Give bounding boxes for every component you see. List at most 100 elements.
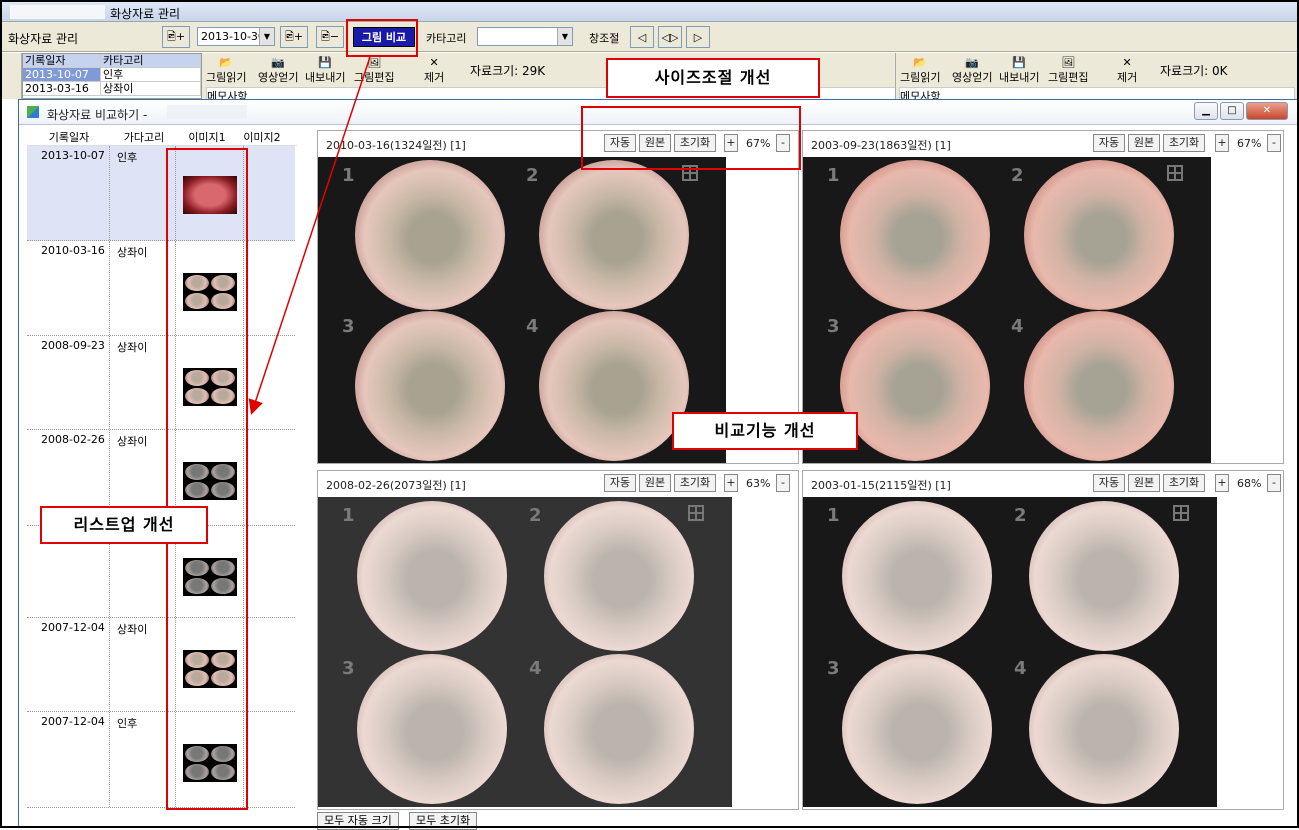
tool-label: 영상얻기 <box>258 71 299 84</box>
right-capture-video-tool[interactable]: 📷 영상얻기 <box>952 56 992 85</box>
reset-button[interactable]: 초기화 <box>1163 474 1205 492</box>
remove-image-icon: 🖻− <box>320 29 340 43</box>
list-item[interactable]: 2007-12-04 상좌이 <box>27 618 295 712</box>
ear-image <box>355 310 505 461</box>
list-item[interactable]: 2010-03-16 상좌이 <box>27 241 295 336</box>
original-size-button[interactable]: 원본 <box>1128 474 1160 492</box>
zoom-in-button[interactable]: + <box>1215 134 1229 152</box>
all-auto-size-button[interactable]: 모두 자동 크기 <box>317 812 399 830</box>
zoom-out-button[interactable]: - <box>776 474 790 492</box>
edit-image-tool[interactable]: 🖼 그림편집 <box>354 56 394 85</box>
image-number: 1 <box>342 505 355 526</box>
auto-size-button[interactable]: 자동 <box>1093 134 1125 152</box>
list-item-date: 2008-02-26 <box>41 433 105 446</box>
add-date-button[interactable]: 🖻+ <box>280 26 308 48</box>
close-button[interactable]: ✕ <box>1246 102 1288 120</box>
panel-image[interactable]: 1 2 3 4 <box>803 157 1211 463</box>
right-edit-image-tool[interactable]: 🖼 그림편집 <box>1048 56 1088 85</box>
ear-image <box>1024 310 1174 461</box>
original-size-button[interactable]: 원본 <box>639 474 671 492</box>
category-label: 카타고리 <box>426 32 467 45</box>
list-item-category: 인후 <box>117 151 138 164</box>
tool-label: 영상얻기 <box>952 71 993 84</box>
list-item[interactable]: 2013-10-07 인후 <box>27 146 295 241</box>
category-select[interactable]: ▼ <box>477 27 573 46</box>
all-reset-button[interactable]: 모두 초기화 <box>409 812 478 830</box>
app-icon <box>27 106 39 118</box>
minimize-button[interactable]: ▁ <box>1194 102 1218 120</box>
camera-icon: 📷 <box>965 56 980 69</box>
grid-icon[interactable] <box>1167 165 1183 181</box>
mini-grid-header: 기록일자 <box>23 54 101 67</box>
list-item-category: 상좌이 <box>117 246 148 259</box>
zoom-out-button[interactable]: - <box>1267 474 1281 492</box>
image-number: 1 <box>827 505 840 526</box>
tool-label: 내보내기 <box>305 71 346 84</box>
ear-image <box>539 159 689 310</box>
reset-button[interactable]: 초기화 <box>674 474 716 492</box>
panel-image[interactable]: 1 2 3 4 <box>803 497 1217 807</box>
tool-label: 그림편집 <box>1048 71 1089 84</box>
panel-image[interactable]: 1 2 3 4 <box>318 497 732 807</box>
close-icon: ✕ <box>1122 56 1132 69</box>
right-remove-tool[interactable]: ✕ 제거 <box>1117 56 1137 85</box>
date-select[interactable]: 2013-10-30 ▼ <box>197 27 275 46</box>
maximize-button[interactable]: □ <box>1220 102 1244 120</box>
grid-icon[interactable] <box>1173 505 1189 521</box>
image-column-highlight <box>166 148 248 810</box>
list-item-date: 2013-10-07 <box>41 149 105 162</box>
edit-image-icon: 🖼 <box>1061 56 1076 69</box>
ear-image <box>356 500 507 651</box>
panel-image[interactable]: 1 2 3 4 <box>318 157 726 463</box>
save-icon: 💾 <box>1012 56 1027 69</box>
list-item-date: 2007-12-04 <box>41 715 105 728</box>
remove-image-button[interactable]: 🖻− <box>316 26 344 48</box>
read-image-tool[interactable]: 📂 그림읽기 <box>206 56 246 85</box>
zoom-in-button[interactable]: + <box>724 474 738 492</box>
mini-grid-row[interactable]: 2013-10-07 인후 <box>23 68 201 82</box>
image-number: 4 <box>1014 658 1027 679</box>
window-center-button[interactable]: ◁▷ <box>658 26 682 48</box>
right-export-tool[interactable]: 💾 내보내기 <box>999 56 1039 85</box>
right-read-image-tool[interactable]: 📂 그림읽기 <box>900 56 940 85</box>
record-mini-grid: 기록일자 카타고리 2013-10-07 인후 2013-03-16 상좌이 <box>22 53 202 99</box>
window-controls: ▁ □ ✕ <box>1194 102 1288 120</box>
list-item[interactable]: 2008-09-23 상좌이 <box>27 336 295 430</box>
tool-label: 제거 <box>424 71 445 84</box>
tool-label: 내보내기 <box>999 71 1040 84</box>
grid-icon[interactable] <box>688 505 704 521</box>
folder-open-icon: 📂 <box>913 56 928 69</box>
capture-video-tool[interactable]: 📷 영상얻기 <box>258 56 298 85</box>
image-number: 3 <box>342 658 355 679</box>
outer-window-title: 화상자료 관리 <box>110 7 181 21</box>
export-tool[interactable]: 💾 내보내기 <box>305 56 345 85</box>
list-item-date: 2008-09-23 <box>41 339 105 352</box>
list-item-category: 인후 <box>117 717 138 730</box>
zoom-out-button[interactable]: - <box>1267 134 1281 152</box>
mini-grid-cell: 인후 <box>101 68 201 81</box>
window-left-button[interactable]: ◁ <box>630 26 654 48</box>
auto-size-button[interactable]: 자동 <box>604 474 636 492</box>
image-number: 3 <box>827 316 840 337</box>
auto-size-button[interactable]: 자동 <box>1093 474 1125 492</box>
remove-tool[interactable]: ✕ 제거 <box>424 56 444 85</box>
reset-button[interactable]: 초기화 <box>1163 134 1205 152</box>
zoom-level: 67% <box>1237 137 1262 150</box>
add-image-button[interactable]: 🖻+ <box>162 26 190 48</box>
ear-image <box>841 500 992 651</box>
image-number: 3 <box>827 658 840 679</box>
chevron-down-icon: ▼ <box>557 28 572 45</box>
mini-grid-row[interactable]: 2013-03-16 상좌이 <box>23 82 201 96</box>
panel-title: 2008-02-26(2073일전) [1] <box>326 479 466 492</box>
panel-header: 2008-02-26(2073일전) [1] 자동 원본 초기화 + 63% - <box>318 471 798 495</box>
ear-image <box>840 159 990 310</box>
original-size-button[interactable]: 원본 <box>1128 134 1160 152</box>
window-right-button[interactable]: ▷ <box>686 26 710 48</box>
tool-label: 그림편집 <box>354 71 395 84</box>
tool-label: 그림읽기 <box>206 71 247 84</box>
zoom-in-button[interactable]: + <box>1215 474 1229 492</box>
folder-open-icon: 📂 <box>219 56 234 69</box>
mini-grid-cell: 2013-10-07 <box>23 68 101 81</box>
ear-image <box>543 653 694 804</box>
list-item[interactable]: 2007-12-04 인후 <box>27 712 295 808</box>
